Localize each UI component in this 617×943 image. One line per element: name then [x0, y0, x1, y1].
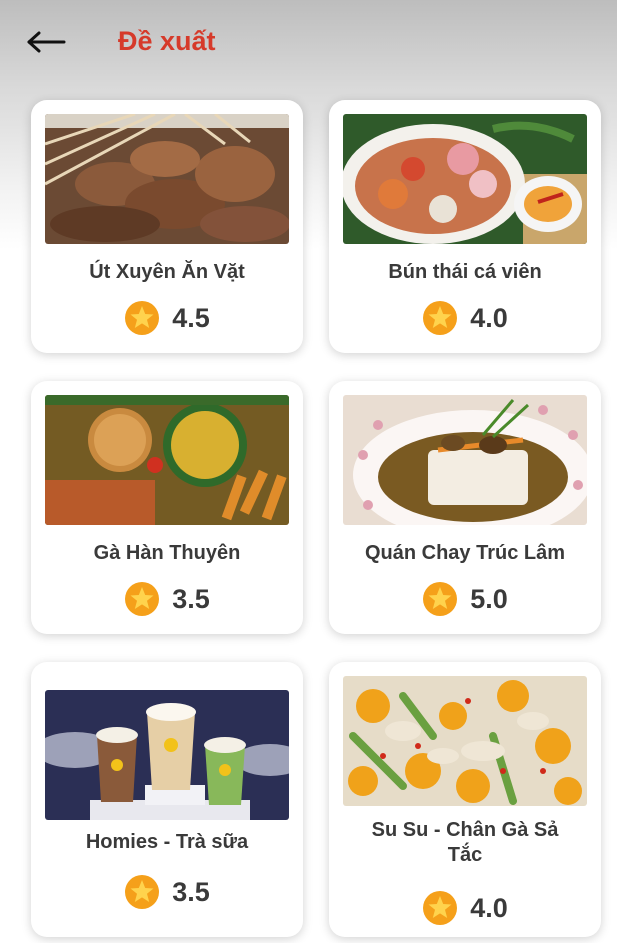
grilled-skewers-photo — [45, 114, 289, 244]
chicken-feet-kumquat-photo — [343, 676, 587, 806]
rating: 3.5 — [31, 581, 303, 617]
rating: 4.5 — [31, 300, 303, 336]
restaurant-card[interactable]: Út Xuyên Ăn Vặt 4.5 — [31, 100, 303, 353]
restaurant-name: Quán Chay Trúc Lâm — [364, 542, 566, 564]
thai-noodle-fishball-photo — [343, 114, 587, 244]
rating-value: 5.0 — [470, 583, 508, 614]
rating: 3.5 — [31, 874, 303, 910]
restaurant-grid: Út Xuyên Ăn Vặt 4.5 Bún thái cá viên 4.0… — [0, 0, 617, 943]
rating: 5.0 — [329, 581, 601, 617]
restaurant-card[interactable]: Su Su - Chân Gà Sả Tắc 4.0 — [329, 662, 601, 937]
rating-value: 4.0 — [470, 892, 508, 923]
restaurant-name: Bún thái cá viên — [388, 261, 542, 283]
restaurant-name: Homies - Trà sữa — [85, 831, 249, 853]
restaurant-name: Gà Hàn Thuyên — [93, 542, 241, 564]
rating-value: 3.5 — [172, 583, 210, 614]
chicken-platter-photo — [45, 395, 289, 525]
rating: 4.0 — [329, 890, 601, 926]
rating-value: 4.0 — [470, 302, 508, 333]
restaurant-name: Út Xuyên Ăn Vặt — [89, 261, 245, 283]
restaurant-card[interactable]: Homies - Trà sữa 3.5 — [31, 662, 303, 937]
restaurant-card[interactable]: Gà Hàn Thuyên 3.5 — [31, 381, 303, 634]
star-icon — [423, 301, 458, 335]
star-icon — [125, 301, 160, 335]
rating-value: 3.5 — [172, 876, 210, 907]
rating-value: 4.5 — [172, 302, 210, 333]
restaurant-card[interactable]: Bún thái cá viên 4.0 — [329, 100, 601, 353]
restaurant-name: Su Su - Chân Gà Sả Tắc — [371, 819, 559, 866]
restaurant-card[interactable]: Quán Chay Trúc Lâm 5.0 — [329, 381, 601, 634]
milk-tea-cups-photo — [45, 690, 289, 820]
star-icon — [125, 875, 160, 909]
star-icon — [423, 891, 458, 925]
rating: 4.0 — [329, 300, 601, 336]
star-icon — [423, 582, 458, 616]
vegetarian-tofu-photo — [343, 395, 587, 525]
star-icon — [125, 582, 160, 616]
